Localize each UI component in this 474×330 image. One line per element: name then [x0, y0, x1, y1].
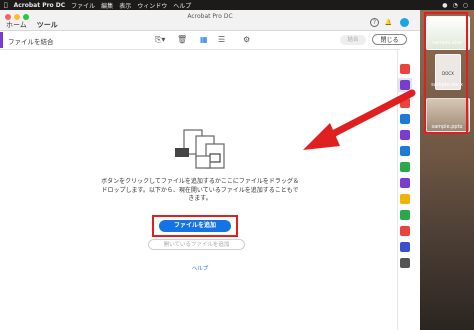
add-files-dropdown-icon[interactable]: ⎘▾ [155, 35, 165, 45]
title-bar: Acrobat Pro DC ホーム ツール ? 🔔 [0, 10, 420, 34]
drop-instructions: ボタンをクリックしてファイルを追加するかここにファイルをドラッグ＆ドロップします… [101, 178, 299, 202]
right-tool-rail [397, 50, 412, 330]
menu-help[interactable]: ヘルプ [173, 1, 191, 10]
trash-icon[interactable]: 🗑 [177, 35, 187, 45]
comment-icon[interactable] [400, 194, 410, 204]
close-tool-button[interactable]: 閉じる [372, 34, 407, 45]
scan-icon[interactable] [400, 162, 410, 172]
menu-edit[interactable]: 編集 [101, 1, 113, 10]
menu-file[interactable]: ファイル [71, 1, 95, 10]
combine-button[interactable]: 結合 [340, 35, 366, 45]
combine-files-icon[interactable] [400, 80, 410, 90]
organize-pages-icon[interactable] [400, 98, 410, 108]
thumbnail-view-icon[interactable]: ▦ [200, 35, 208, 45]
documents-illustration-icon [175, 129, 225, 169]
help-link[interactable]: ヘルプ [180, 264, 220, 272]
desktop-files-highlight [424, 12, 468, 134]
tool-color-bar [0, 32, 3, 48]
search-icon[interactable]: ○ [463, 2, 468, 9]
wifi-icon[interactable]: ◔ [453, 2, 458, 9]
send-icon[interactable] [400, 210, 410, 220]
status-icon[interactable]: ● [442, 2, 447, 9]
gear-icon[interactable]: ⚙ [243, 35, 250, 45]
help-icon[interactable]: ? [370, 18, 379, 27]
apple-icon[interactable]:  [4, 2, 8, 9]
avatar[interactable] [400, 18, 409, 27]
window-title: Acrobat Pro DC [187, 13, 233, 20]
menubar-app-name[interactable]: Acrobat Pro DC [14, 2, 66, 9]
add-files-button[interactable]: ファイルを追加 [159, 220, 231, 232]
fill-sign-icon[interactable] [400, 178, 410, 188]
tool-title: ファイルを結合 [8, 38, 54, 46]
acrobat-window: Acrobat Pro DC ホーム ツール ? 🔔 ファイルを結合 ⎘▾ 🗑 … [0, 10, 420, 330]
protect-icon[interactable] [400, 226, 410, 236]
add-open-files-button[interactable]: 開いているファイルを追加 [148, 239, 245, 250]
add-files-highlight: ファイルを追加 [152, 215, 238, 237]
shield-icon[interactable] [400, 242, 410, 252]
tool-toolbar: ファイルを結合 ⎘▾ 🗑 ▦ ☰ ⚙ 結合 閉じる [0, 31, 407, 50]
sign-icon[interactable] [400, 130, 410, 140]
bell-icon[interactable]: 🔔 [384, 18, 393, 27]
list-view-icon[interactable]: ☰ [218, 35, 225, 45]
edit-pdf-icon[interactable] [400, 114, 410, 124]
menu-view[interactable]: 表示 [119, 1, 131, 10]
menu-window[interactable]: ウィンドウ [137, 1, 167, 10]
create-pdf-icon[interactable] [400, 64, 410, 74]
system-menubar:  Acrobat Pro DC ファイル 編集 表示 ウィンドウ ヘルプ ● … [0, 0, 474, 10]
menubar-status-icons: ● ◔ ○ [442, 2, 474, 9]
more-tools-icon[interactable] [400, 258, 410, 268]
export-pdf-icon[interactable] [400, 146, 410, 156]
